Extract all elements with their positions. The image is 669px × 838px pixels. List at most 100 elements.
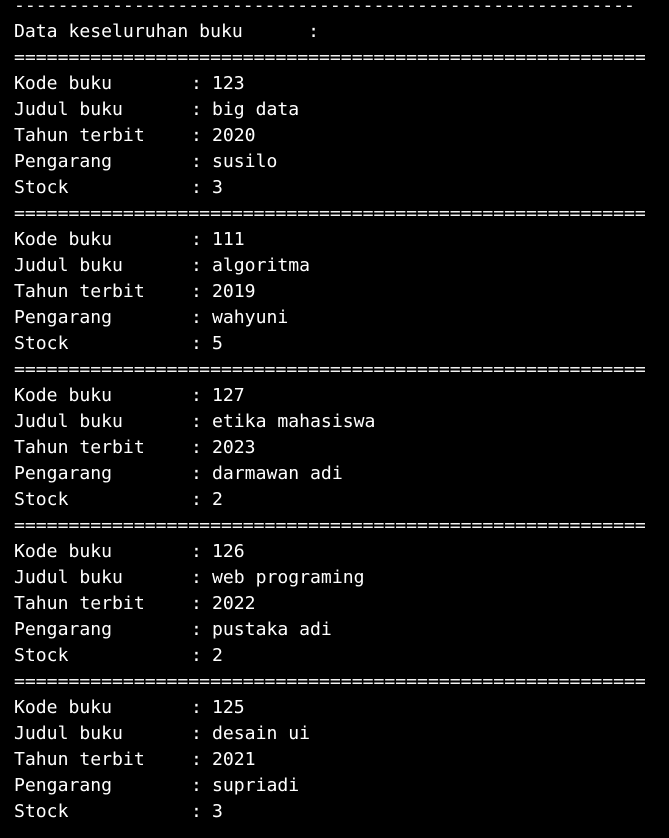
field-colon: : <box>191 73 202 94</box>
field-label-pengarang: Pengarang <box>14 307 113 328</box>
field-colon: : <box>191 489 202 510</box>
field-value-judul: web programing <box>212 567 365 588</box>
field-row-kode: Kode buku:111 <box>14 227 664 253</box>
field-colon: : <box>191 437 202 458</box>
book-record: Kode buku:126 Judul buku: web programing Ta… <box>14 539 664 669</box>
field-value-kode: 126 <box>212 541 245 562</box>
field-row-tahun: Tahun terbit:2019 <box>14 279 664 305</box>
field-value-kode: 111 <box>212 229 245 250</box>
record-separator: ========================================… <box>14 47 646 68</box>
field-row-stock: Stock:3 <box>14 175 664 201</box>
field-label-stock: Stock <box>14 489 69 510</box>
field-colon: : <box>191 463 202 484</box>
field-label-pengarang: Pengarang <box>14 463 113 484</box>
header-colon: : <box>308 21 320 42</box>
field-value-pengarang: darmawan adi <box>212 463 343 484</box>
field-row-stock: Stock:3 <box>14 799 664 825</box>
field-row-pengarang: Pengarang: wahyuni <box>14 305 664 331</box>
field-label-judul: Judul buku <box>14 255 123 276</box>
field-value-stock: 5 <box>212 333 223 354</box>
field-value-pengarang: supriadi <box>212 775 300 796</box>
field-row-tahun: Tahun terbit:2021 <box>14 747 664 773</box>
field-row-pengarang: Pengarang: darmawan adi <box>14 461 664 487</box>
field-colon: : <box>191 281 202 302</box>
field-label-kode: Kode buku <box>14 385 113 406</box>
field-value-kode: 127 <box>212 385 245 406</box>
field-colon: : <box>191 125 202 146</box>
field-label-tahun: Tahun terbit <box>14 593 145 614</box>
field-colon: : <box>191 775 202 796</box>
field-value-stock: 2 <box>212 645 223 666</box>
field-colon: : <box>191 567 202 588</box>
field-colon: : <box>191 99 202 120</box>
field-label-stock: Stock <box>14 645 69 666</box>
field-value-judul: etika mahasiswa <box>212 411 376 432</box>
field-value-tahun: 2023 <box>212 437 256 458</box>
field-row-tahun: Tahun terbit:2020 <box>14 123 664 149</box>
field-label-stock: Stock <box>14 333 69 354</box>
header-label: Data keseluruhan buku <box>14 21 243 42</box>
field-row-judul: Judul buku: big data <box>14 97 664 123</box>
field-colon: : <box>191 645 202 666</box>
field-colon: : <box>191 385 202 406</box>
field-value-stock: 3 <box>212 801 223 822</box>
field-label-judul: Judul buku <box>14 411 123 432</box>
field-label-kode: Kode buku <box>14 697 113 718</box>
field-label-pengarang: Pengarang <box>14 619 113 640</box>
record-separator: ========================================… <box>14 515 646 536</box>
field-label-kode: Kode buku <box>14 229 113 250</box>
field-value-tahun: 2019 <box>212 281 256 302</box>
field-value-kode: 125 <box>212 697 245 718</box>
field-row-stock: Stock:2 <box>14 643 664 669</box>
field-label-judul: Judul buku <box>14 723 123 744</box>
field-colon: : <box>191 697 202 718</box>
field-value-tahun: 2022 <box>212 593 256 614</box>
field-row-judul: Judul buku: web programing <box>14 565 664 591</box>
field-colon: : <box>191 255 202 276</box>
top-separator: ----------------------------------------… <box>14 0 635 16</box>
book-record: Kode buku:111 Judul buku: algoritma Tahun t… <box>14 227 664 357</box>
field-row-judul: Judul buku: algoritma <box>14 253 664 279</box>
field-row-pengarang: Pengarang: supriadi <box>14 773 664 799</box>
field-value-tahun: 2020 <box>212 125 256 146</box>
field-colon: : <box>191 749 202 770</box>
field-row-pengarang: Pengarang: pustaka adi <box>14 617 664 643</box>
field-colon: : <box>191 723 202 744</box>
field-row-kode: Kode buku:125 <box>14 695 664 721</box>
book-record: Kode buku:127 Judul buku: etika mahasiswa T… <box>14 383 664 513</box>
book-record: Kode buku:123 Judul buku: big data Tahun te… <box>14 71 664 201</box>
field-value-stock: 3 <box>212 177 223 198</box>
field-colon: : <box>191 541 202 562</box>
field-label-pengarang: Pengarang <box>14 151 113 172</box>
field-value-kode: 123 <box>212 73 245 94</box>
field-colon: : <box>191 801 202 822</box>
field-label-stock: Stock <box>14 801 69 822</box>
field-value-pengarang: susilo <box>212 151 278 172</box>
field-value-pengarang: wahyuni <box>212 307 289 328</box>
field-label-kode: Kode buku <box>14 541 113 562</box>
field-row-judul: Judul buku: etika mahasiswa <box>14 409 664 435</box>
field-row-kode: Kode buku:123 <box>14 71 664 97</box>
field-row-stock: Stock:2 <box>14 487 664 513</box>
field-colon: : <box>191 307 202 328</box>
book-records: ========================================… <box>14 45 664 825</box>
field-row-pengarang: Pengarang: susilo <box>14 149 664 175</box>
field-value-pengarang: pustaka adi <box>212 619 332 640</box>
field-row-tahun: Tahun terbit:2023 <box>14 435 664 461</box>
field-label-pengarang: Pengarang <box>14 775 113 796</box>
terminal-output: ----------------------------------------… <box>14 0 664 825</box>
field-label-tahun: Tahun terbit <box>14 437 145 458</box>
field-value-judul: algoritma <box>212 255 311 276</box>
field-colon: : <box>191 593 202 614</box>
record-separator: ========================================… <box>14 203 646 224</box>
field-colon: : <box>191 619 202 640</box>
field-row-judul: Judul buku: desain ui <box>14 721 664 747</box>
record-separator: ========================================… <box>14 671 646 692</box>
field-value-judul: big data <box>212 99 300 120</box>
field-colon: : <box>191 333 202 354</box>
field-label-kode: Kode buku <box>14 73 113 94</box>
field-label-tahun: Tahun terbit <box>14 281 145 302</box>
field-colon: : <box>191 177 202 198</box>
field-label-judul: Judul buku <box>14 567 123 588</box>
book-record: Kode buku:125 Judul buku: desain ui Tahun t… <box>14 695 664 825</box>
